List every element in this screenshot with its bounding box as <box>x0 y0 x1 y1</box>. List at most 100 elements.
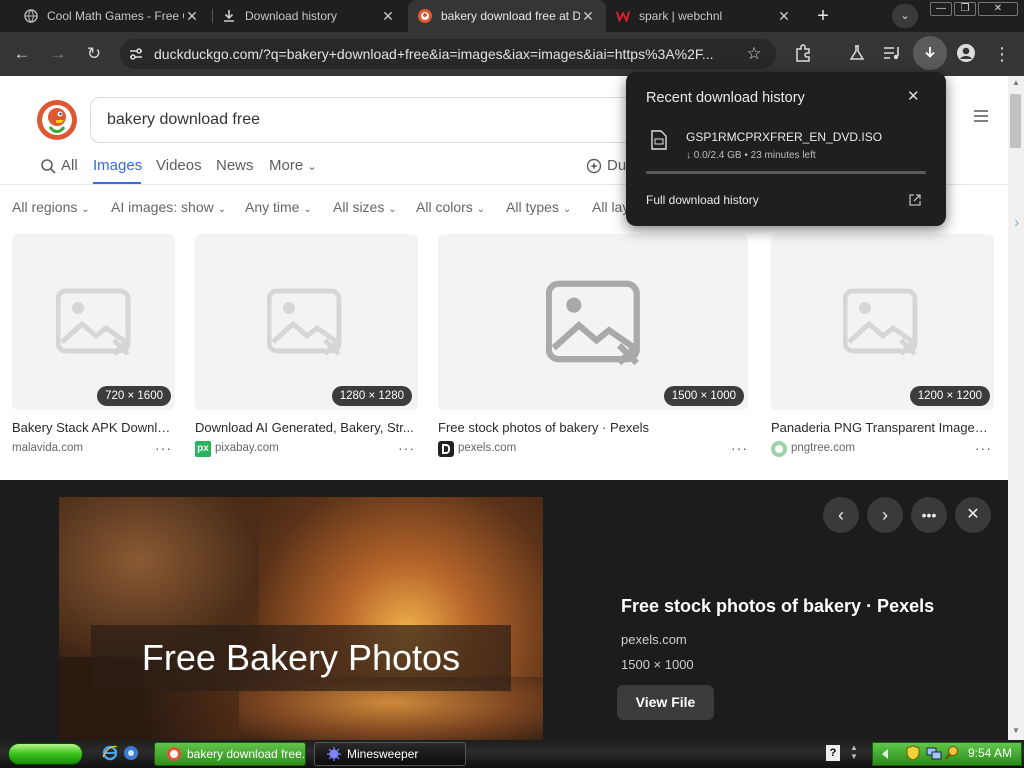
filter-region[interactable]: All regions ⌄ <box>12 199 90 215</box>
filter-type[interactable]: All types ⌄ <box>506 199 571 215</box>
minimize-window-icon[interactable]: — <box>930 2 952 16</box>
downloads-button[interactable] <box>913 36 947 70</box>
new-tab-plus-icon[interactable]: + <box>810 3 836 29</box>
tab-close-icon[interactable]: ✕ <box>580 8 596 25</box>
tab-search-chevron-icon[interactable]: ⌄ <box>892 4 918 28</box>
tray-arrow-icon[interactable] <box>880 746 896 767</box>
help-question-icon[interactable]: ? <box>826 745 840 761</box>
view-file-button[interactable]: View File <box>617 685 714 720</box>
scroll-up-arrow-icon[interactable]: ▲ <box>1012 78 1020 87</box>
page-scrollbar[interactable] <box>1008 76 1024 740</box>
chevron-down-icon: ⌄ <box>217 204 226 215</box>
reload-icon[interactable]: ↻ <box>80 40 108 68</box>
result-source[interactable]: pngtree.com <box>791 442 855 454</box>
forward-arrow-icon[interactable]: → <box>44 40 72 68</box>
media-queue-icon[interactable] <box>882 44 902 67</box>
nav-all[interactable]: All <box>61 157 78 174</box>
tab-close-icon[interactable]: ✕ <box>184 8 200 25</box>
previous-image-button[interactable]: ‹ <box>823 497 859 533</box>
next-image-button[interactable]: › <box>867 497 903 533</box>
image-dimensions-badge: 1200 × 1200 <box>909 386 990 406</box>
tab-spark-webchnl[interactable]: spark | webchnl ✕ <box>606 0 802 32</box>
nav-duck-ai[interactable]: Du <box>607 157 626 174</box>
nav-more[interactable]: More ⌄ <box>269 157 317 174</box>
start-button[interactable] <box>8 743 83 765</box>
preview-image[interactable]: Free Bakery Photos <box>59 497 543 740</box>
tab-download-history[interactable]: Download history ✕ <box>212 0 406 32</box>
extensions-puzzle-icon[interactable] <box>794 44 814 67</box>
popup-title: Recent download history <box>646 90 805 106</box>
result-title[interactable]: Bakery Stack APK Download <box>12 420 175 435</box>
nav-videos[interactable]: Videos <box>156 157 202 174</box>
filter-size[interactable]: All sizes ⌄ <box>333 199 397 215</box>
preview-dimensions: 1500 × 1000 <box>621 657 694 672</box>
labs-flask-icon[interactable] <box>848 44 866 67</box>
back-arrow-icon[interactable]: ← <box>8 40 36 68</box>
scrollbar-thumb[interactable] <box>1010 94 1021 148</box>
restore-window-icon[interactable]: ❐ <box>954 2 976 16</box>
tray-expand-arrows-icon[interactable]: ▲ ▼ <box>850 743 858 761</box>
download-arrow-icon <box>925 47 935 58</box>
filter-layout[interactable]: All lay <box>592 199 629 215</box>
nav-news[interactable]: News <box>216 157 254 174</box>
filter-ai-images[interactable]: AI images: show ⌄ <box>111 199 226 215</box>
tab-close-icon[interactable]: ✕ <box>380 8 396 25</box>
file-icon <box>651 130 667 155</box>
nav-images[interactable]: Images <box>93 157 142 174</box>
close-window-icon[interactable]: ✕ <box>978 2 1018 16</box>
webchnl-logo-icon <box>616 9 630 23</box>
taskbar-task-browser[interactable]: bakery download free... <box>154 742 306 766</box>
minesweeper-icon <box>327 747 341 761</box>
duckduckgo-logo-icon[interactable] <box>36 99 78 146</box>
tab-cool-math-games[interactable]: Cool Math Games - Free O ✕ <box>14 0 210 32</box>
result-image-card[interactable]: 1200 × 1200 <box>771 234 994 410</box>
result-source[interactable]: malavida.com <box>12 442 83 454</box>
profile-avatar-icon[interactable] <box>956 43 976 68</box>
bookmark-star-icon[interactable]: ☆ <box>740 40 768 68</box>
preview-title[interactable]: Free stock photos of bakery · Pexels <box>621 596 934 617</box>
internet-explorer-icon[interactable] <box>102 745 118 766</box>
tab-title: bakery download free at D <box>441 9 580 23</box>
quicklaunch-browser-icon[interactable] <box>123 745 139 766</box>
result-image-card[interactable]: 1280 × 1280 <box>195 234 418 410</box>
pngtree-favicon-icon <box>771 441 787 457</box>
site-settings-icon[interactable] <box>128 46 144 67</box>
preview-more-options-icon[interactable]: ••• <box>911 497 947 533</box>
tab-close-icon[interactable]: ✕ <box>776 8 792 25</box>
hamburger-menu-icon[interactable] <box>972 108 990 129</box>
result-image-card[interactable]: 720 × 1600 <box>12 234 175 410</box>
scroll-down-arrow-icon[interactable]: ▼ <box>1012 726 1020 735</box>
image-dimensions-badge: 1280 × 1280 <box>331 386 412 406</box>
result-source[interactable]: pixabay.com <box>215 442 279 454</box>
close-preview-button[interactable]: ✕ <box>955 497 991 533</box>
security-shield-icon[interactable] <box>906 745 920 766</box>
taskbar-clock: 9:54 AM <box>968 746 1013 760</box>
browser-menu-icon[interactable]: ⋮ <box>988 40 1016 68</box>
duckduckgo-icon <box>167 747 181 761</box>
result-title[interactable]: Free stock photos of bakery · Pexels <box>438 420 748 435</box>
result-source[interactable]: pexels.com <box>458 442 516 454</box>
filter-label: Any time <box>245 199 300 215</box>
filter-color[interactable]: All colors ⌄ <box>416 199 485 215</box>
result-more-options-icon[interactable]: ··· <box>398 440 415 456</box>
network-icon[interactable] <box>926 745 942 766</box>
preview-source[interactable]: pexels.com <box>621 632 687 647</box>
close-popup-icon[interactable]: ✕ <box>907 87 920 105</box>
search-tray-icon[interactable] <box>944 745 960 766</box>
address-bar[interactable]: duckduckgo.com/?q=bakery+download+free&i… <box>120 39 776 69</box>
result-more-options-icon[interactable]: ··· <box>975 440 992 456</box>
filter-time[interactable]: Any time ⌄ <box>245 199 312 215</box>
taskbar-task-minesweeper[interactable]: Minesweeper <box>314 742 466 766</box>
full-download-history-link[interactable]: Full download history <box>646 193 759 207</box>
tab-bakery-download-free[interactable]: bakery download free at D ✕ <box>408 0 606 32</box>
image-dimensions-badge: 720 × 1600 <box>97 386 171 406</box>
globe-icon <box>24 9 38 23</box>
download-filename[interactable]: GSP1RMCPRXFRER_EN_DVD.ISO <box>686 130 882 144</box>
result-title[interactable]: Panaderia PNG Transparent Images ... <box>771 420 994 435</box>
search-input[interactable]: bakery download free <box>90 97 650 143</box>
result-image-card[interactable]: 1500 × 1000 <box>438 234 748 410</box>
result-title[interactable]: Download AI Generated, Bakery, Str... <box>195 420 418 435</box>
open-external-icon[interactable] <box>908 193 922 212</box>
result-more-options-icon[interactable]: ··· <box>731 440 748 456</box>
result-more-options-icon[interactable]: ··· <box>155 440 172 456</box>
